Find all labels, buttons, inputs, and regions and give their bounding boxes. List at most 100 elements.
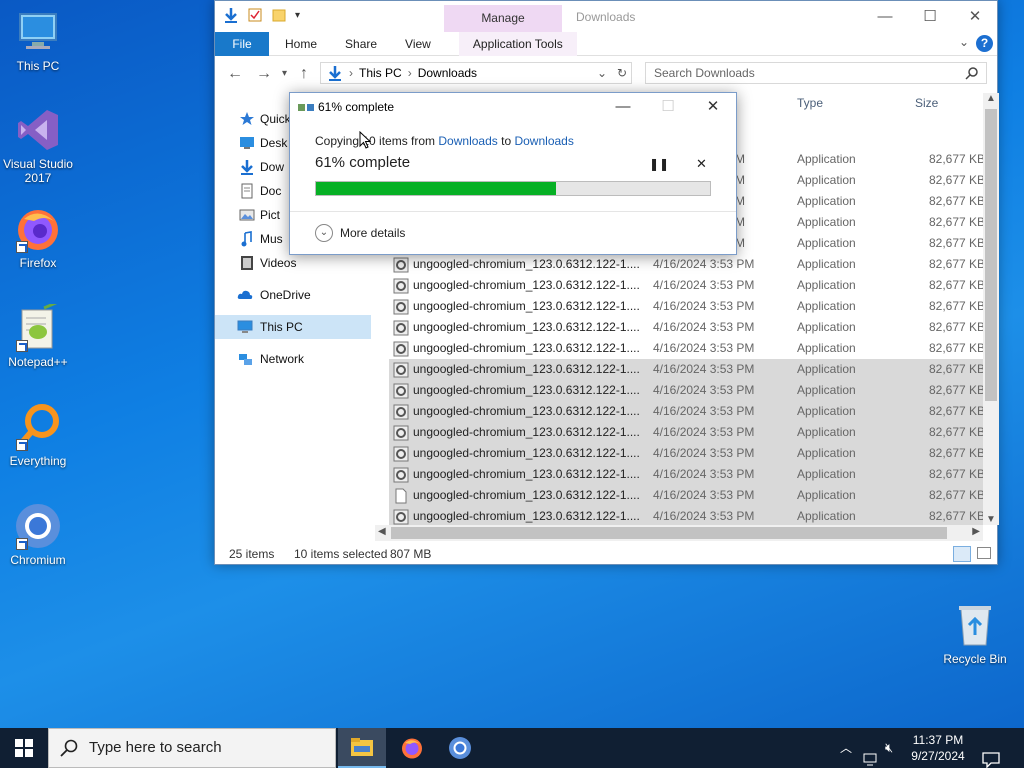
minimize-button[interactable]: — <box>862 1 908 32</box>
large-icons-view-icon[interactable] <box>977 547 991 559</box>
notification-icon[interactable] <box>982 740 1000 768</box>
dialog-title: 61% complete <box>318 100 395 114</box>
table-row[interactable]: ungoogled-chromium_123.0.6312.122-1.... … <box>389 401 985 422</box>
music-note-icon <box>241 231 252 247</box>
dialog-minimize-button[interactable]: — <box>600 93 646 121</box>
address-dropdown-icon[interactable]: ⌄ <box>597 66 607 80</box>
address-input[interactable]: › This PC › Downloads ⌄ ↻ <box>320 62 632 84</box>
desktop-icon-chromium[interactable]: Chromium <box>0 502 76 567</box>
tab-share[interactable]: Share <box>331 32 391 56</box>
firefox-icon <box>402 738 422 759</box>
shortcut-arrow-icon <box>16 439 28 451</box>
column-header-size[interactable]: Size <box>915 93 938 117</box>
desktop-icon-recycle-bin[interactable]: Recycle Bin <box>937 601 1013 666</box>
taskbar-search-input[interactable]: Type here to search <box>48 728 336 768</box>
customize-toolbar-icon[interactable]: ▾ <box>295 10 300 21</box>
tab-file[interactable]: File <box>215 31 269 56</box>
cancel-icon[interactable]: ✕ <box>696 156 707 172</box>
up-arrow-icon[interactable]: ↑ <box>300 65 308 83</box>
back-arrow-icon[interactable]: ← <box>227 65 243 83</box>
expand-ribbon-icon[interactable]: ⌄ <box>959 35 969 49</box>
desktop-icon-firefox[interactable]: Firefox <box>0 205 76 270</box>
taskbar-chromium[interactable] <box>436 728 484 768</box>
file-explorer-window[interactable]: ▾ Manage Downloads — ☐ ✕ File Home Share… <box>214 0 999 565</box>
tab-application-tools[interactable]: Application Tools <box>458 31 577 56</box>
application-gear-icon <box>393 362 409 378</box>
recent-locations-icon[interactable]: ▾ <box>282 68 287 79</box>
table-row[interactable]: ungoogled-chromium_123.0.6312.122-1.... … <box>389 506 985 525</box>
breadcrumb-this-pc[interactable]: This PC <box>359 66 402 80</box>
manage-tab[interactable]: Manage <box>444 5 562 32</box>
copy-progress-dialog[interactable]: 61% complete — ☐ ✕ Copying 10 items from… <box>289 92 737 255</box>
table-row[interactable]: ungoogled-chromium_123.0.6312.122-1.... … <box>389 254 985 275</box>
tab-home[interactable]: Home <box>269 32 331 56</box>
show-hidden-icons-icon[interactable]: ︿ <box>840 728 852 768</box>
details-view-icon[interactable] <box>953 546 971 562</box>
table-row[interactable]: ungoogled-chromium_123.0.6312.122-1.... … <box>389 380 985 401</box>
table-row[interactable]: ungoogled-chromium_123.0.6312.122-1.... … <box>389 317 985 338</box>
table-row[interactable]: ungoogled-chromium_123.0.6312.122-1.... … <box>389 275 985 296</box>
table-row[interactable]: ungoogled-chromium_123.0.6312.122-1.... … <box>389 338 985 359</box>
maximize-button[interactable]: ☐ <box>907 1 953 32</box>
scroll-up-icon[interactable]: ▲ <box>986 93 996 104</box>
table-row[interactable]: ungoogled-chromium_123.0.6312.122-1.... … <box>389 464 985 485</box>
scroll-right-icon[interactable]: ▶ <box>972 526 980 537</box>
close-button[interactable]: ✕ <box>952 1 998 32</box>
table-row[interactable]: ungoogled-chromium_123.0.6312.122-1.... … <box>389 422 985 443</box>
nav-item-network[interactable]: Network <box>215 347 371 371</box>
column-header-type[interactable]: Type <box>797 93 823 117</box>
desktop-icon-notepad-plus-plus[interactable]: Notepad++ <box>0 300 76 369</box>
vertical-scroll-thumb[interactable] <box>985 109 997 401</box>
table-row[interactable]: ungoogled-chromium_123.0.6312.122-1.... … <box>389 485 985 506</box>
table-row[interactable]: ungoogled-chromium_123.0.6312.122-1.... … <box>389 359 985 380</box>
forward-arrow-icon[interactable]: → <box>256 65 272 83</box>
copy-description: Copying 10 items from Downloads to Downl… <box>315 134 574 148</box>
application-gear-icon <box>393 467 409 483</box>
destination-link[interactable]: Downloads <box>514 134 573 148</box>
vertical-scrollbar[interactable]: ▲ ▼ <box>983 93 999 525</box>
taskbar-firefox[interactable] <box>388 728 436 768</box>
application-gear-icon <box>393 446 409 462</box>
nav-item-this-pc[interactable]: This PC <box>215 315 371 339</box>
nav-item-onedrive[interactable]: OneDrive <box>215 283 371 307</box>
search-input[interactable]: Search Downloads <box>645 62 987 84</box>
scroll-down-icon[interactable]: ▼ <box>986 514 996 525</box>
pause-icon[interactable]: ❚❚ <box>649 157 669 171</box>
volume-muted-icon[interactable]: 🔇︎ <box>885 728 893 768</box>
tab-view[interactable]: View <box>391 32 445 56</box>
shortcut-arrow-icon <box>16 340 28 352</box>
horizontal-scrollbar[interactable]: ◀ ▶ <box>375 525 983 541</box>
taskbar: Type here to search ︿ 🔇︎ 11:37 PM 9/27/2… <box>0 728 1024 768</box>
taskbar-file-explorer[interactable] <box>338 728 386 768</box>
notepad-plus-plus-icon <box>14 300 62 352</box>
application-gear-icon <box>393 341 409 357</box>
help-icon[interactable]: ? <box>976 35 993 52</box>
desktop-icon-visual-studio[interactable]: Visual Studio 2017 <box>0 106 76 185</box>
dialog-close-button[interactable]: ✕ <box>690 93 736 121</box>
system-clock[interactable]: 11:37 PM 9/27/2024 <box>902 732 974 764</box>
selected-count: 10 items selected <box>294 547 388 561</box>
desktop-icon-label: Chromium <box>10 553 66 567</box>
table-row[interactable]: ungoogled-chromium_123.0.6312.122-1.... … <box>389 296 985 317</box>
horizontal-scroll-thumb[interactable] <box>391 527 947 539</box>
scroll-left-icon[interactable]: ◀ <box>378 526 386 537</box>
desktop-icon-everything[interactable]: Everything <box>0 403 76 468</box>
breadcrumb-downloads[interactable]: Downloads <box>418 66 477 80</box>
start-button[interactable] <box>0 728 48 768</box>
download-arrow-icon[interactable] <box>223 7 239 23</box>
desktop-icon-label: Notepad++ <box>8 355 68 369</box>
refresh-icon[interactable]: ↻ <box>617 66 627 80</box>
desktop-icon-label: This PC <box>16 59 60 73</box>
explorer-titlebar[interactable]: ▾ Manage Downloads — ☐ ✕ <box>215 1 997 32</box>
shortcut-arrow-icon <box>16 538 28 550</box>
selected-size: 807 MB <box>390 547 432 561</box>
network-icon[interactable] <box>863 740 879 768</box>
more-details-button[interactable]: ⌄ More details <box>315 224 405 242</box>
clock-date: 9/27/2024 <box>911 749 965 763</box>
mouse-cursor-icon <box>359 131 371 149</box>
new-folder-icon[interactable] <box>271 7 287 23</box>
properties-icon[interactable] <box>247 7 263 23</box>
table-row[interactable]: ungoogled-chromium_123.0.6312.122-1.... … <box>389 443 985 464</box>
source-link[interactable]: Downloads <box>438 134 497 148</box>
desktop-icon-this-pc[interactable]: This PC <box>0 8 76 73</box>
